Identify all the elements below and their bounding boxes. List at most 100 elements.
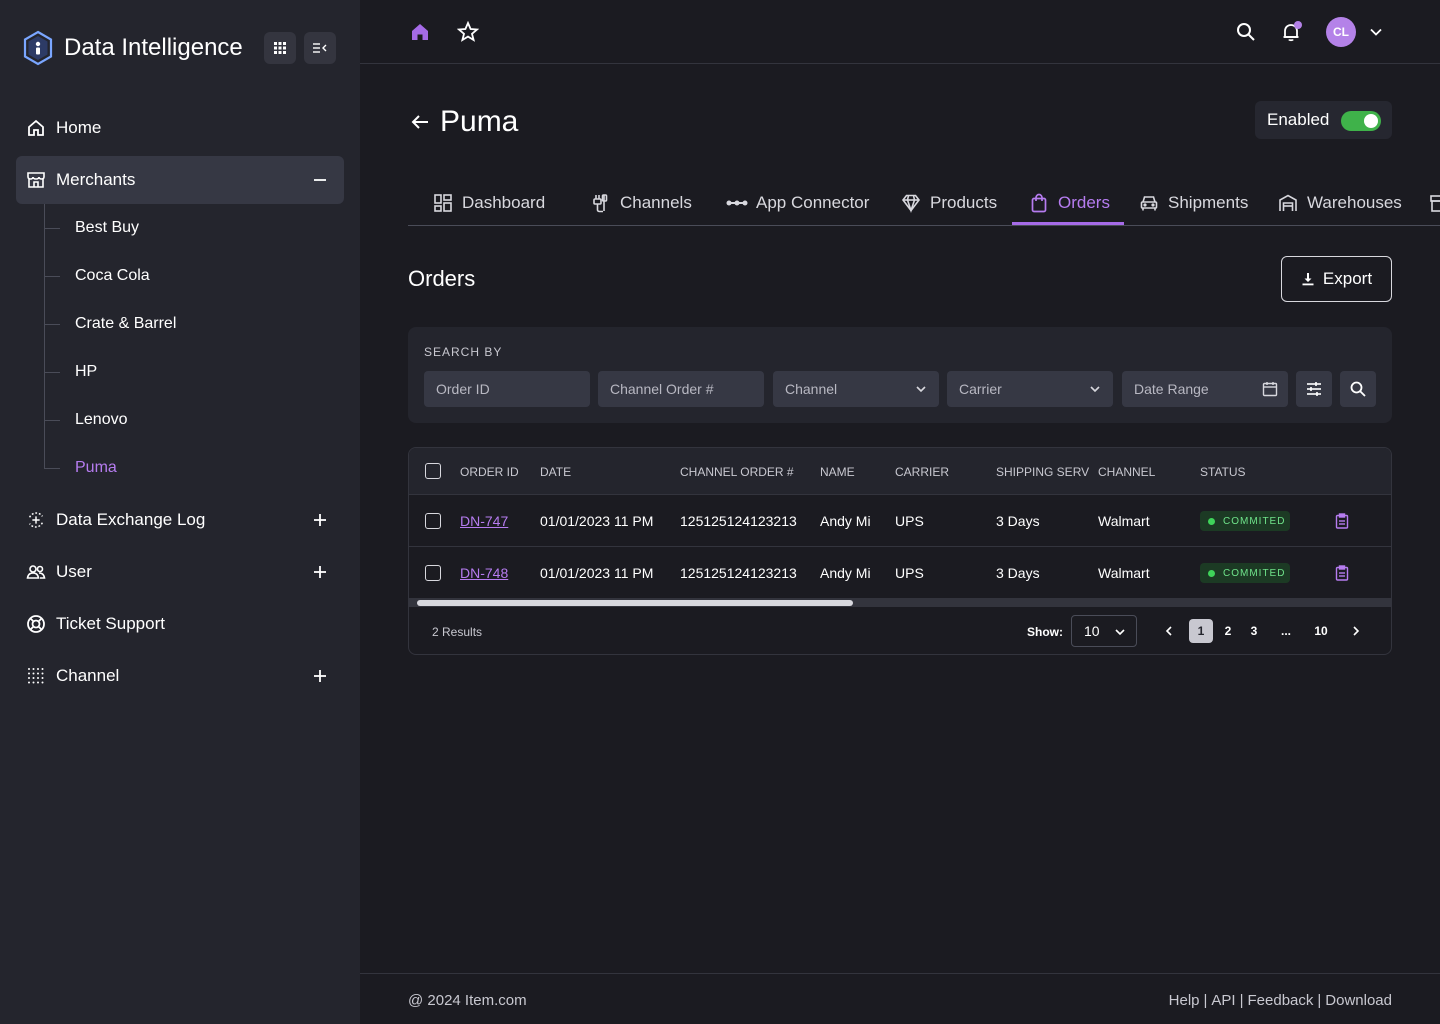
plus-icon[interactable] — [310, 510, 330, 530]
sidebar-item-ticket-support[interactable]: Ticket Support — [16, 600, 344, 648]
home-icon[interactable] — [408, 20, 432, 44]
enabled-toggle[interactable] — [1341, 111, 1381, 131]
order-id-input[interactable] — [436, 381, 590, 397]
sidebar-item-label: User — [56, 562, 92, 581]
sidebar: Data Intelligence Home Merchants Best Bu… — [0, 0, 360, 1024]
warehouse-icon — [1277, 192, 1299, 214]
order-date: 01/01/2023 11 PM — [540, 513, 654, 529]
collapse-menu-icon — [313, 43, 327, 53]
channel-select[interactable]: Channel — [773, 371, 939, 407]
footer-link-help[interactable]: Help — [1169, 992, 1200, 1009]
footer-link-api[interactable]: API — [1211, 992, 1235, 1009]
merchant-item-puma[interactable]: Puma — [44, 444, 324, 492]
download-icon — [1302, 273, 1314, 286]
tab-products[interactable]: Products — [900, 180, 997, 225]
grid-icon — [274, 42, 286, 54]
tab-dashboard[interactable]: Dashboard — [432, 180, 545, 225]
status-badge: COMMITED — [1200, 511, 1290, 531]
channel: Walmart — [1098, 513, 1150, 529]
search-icon[interactable] — [1234, 20, 1258, 44]
exchange-icon — [26, 510, 46, 530]
page-button[interactable]: 3 — [1242, 619, 1266, 643]
column-header[interactable]: CHANNEL ORDER # — [680, 465, 794, 479]
prev-page-button[interactable] — [1157, 619, 1181, 643]
column-header[interactable]: DATE — [540, 465, 571, 479]
home-icon — [26, 118, 46, 138]
sidebar-item-data-exchange-log[interactable]: Data Exchange Log — [16, 496, 344, 544]
brand[interactable]: Data Intelligence — [22, 30, 243, 66]
footer-link-feedback[interactable]: Feedback — [1248, 992, 1314, 1009]
enabled-label: Enabled — [1267, 110, 1330, 129]
sidebar-item-label: Home — [56, 118, 102, 137]
search-icon — [1350, 381, 1366, 397]
row-checkbox[interactable] — [425, 513, 441, 529]
tab-app-connector[interactable]: App Connector — [726, 180, 869, 225]
sliders-icon — [1307, 382, 1321, 396]
column-header[interactable]: CARRIER — [895, 465, 949, 479]
calendar-icon — [1262, 381, 1278, 397]
hexagon-logo-icon — [23, 30, 53, 66]
page-title: Puma — [440, 105, 519, 138]
avatar[interactable]: CL — [1326, 17, 1356, 47]
chevron-left-icon — [1165, 626, 1172, 636]
scrollbar-thumb[interactable] — [417, 600, 853, 606]
row-checkbox[interactable] — [425, 565, 441, 581]
shipping-service: 3 Days — [996, 513, 1040, 529]
sidebar-item-user[interactable]: User — [16, 548, 344, 596]
sidebar-item-channel[interactable]: Channel — [16, 652, 344, 700]
sidebar-item-merchants[interactable]: Merchants — [16, 156, 344, 204]
column-header[interactable]: CHANNEL — [1098, 465, 1155, 479]
footer-link-download[interactable]: Download — [1325, 992, 1392, 1009]
merchant-item-crate-barrel[interactable]: Crate & Barrel — [44, 300, 324, 348]
tab-warehouses[interactable]: Warehouses — [1277, 180, 1402, 225]
channel-order-input[interactable] — [610, 381, 764, 397]
back-arrow-icon[interactable] — [408, 110, 432, 134]
tab-more[interactable] — [1428, 180, 1440, 225]
clipboard-icon[interactable] — [1334, 513, 1350, 529]
page-size-select[interactable]: 10 — [1071, 615, 1137, 647]
order-id-field — [424, 371, 590, 407]
merchant-item-best-buy[interactable]: Best Buy — [44, 204, 324, 252]
sidebar-item-home[interactable]: Home — [16, 104, 344, 152]
date-range-field[interactable]: Date Range — [1122, 371, 1288, 407]
chevron-down-icon[interactable] — [1364, 20, 1388, 44]
store-icon — [26, 170, 46, 190]
channel-order-number: 125125124123213 — [680, 565, 797, 581]
carrier-select[interactable]: Carrier — [947, 371, 1113, 407]
sidebar-item-label: Ticket Support — [56, 614, 165, 633]
apps-button[interactable] — [264, 32, 296, 64]
filter-button[interactable] — [1296, 371, 1332, 407]
plus-icon[interactable] — [310, 666, 330, 686]
page-button[interactable]: 2 — [1216, 619, 1240, 643]
tab-bar: Dashboard Channels App Connector Product… — [408, 180, 1440, 226]
page-button[interactable]: 10 — [1309, 619, 1333, 643]
lifebuoy-icon — [26, 614, 46, 634]
next-page-button[interactable] — [1344, 619, 1368, 643]
page-button[interactable]: 1 — [1189, 619, 1213, 643]
bell-icon[interactable] — [1279, 20, 1303, 44]
column-header[interactable]: NAME — [820, 465, 855, 479]
channel-order-number: 125125124123213 — [680, 513, 797, 529]
plus-icon[interactable] — [310, 562, 330, 582]
select-all-checkbox[interactable] — [425, 463, 441, 479]
order-id-link[interactable]: DN-748 — [460, 565, 508, 581]
tab-orders[interactable]: Orders — [1012, 180, 1124, 225]
tab-channels[interactable]: Channels — [590, 180, 692, 225]
horizontal-scrollbar[interactable] — [409, 599, 1391, 607]
star-icon[interactable] — [456, 20, 480, 44]
column-header[interactable]: ORDER ID — [460, 465, 519, 479]
tab-shipments[interactable]: Shipments — [1138, 180, 1248, 225]
column-header[interactable]: SHIPPING SERV — [996, 465, 1089, 479]
column-header[interactable]: STATUS — [1200, 465, 1246, 479]
export-button[interactable]: Export — [1281, 256, 1392, 302]
minus-icon[interactable] — [310, 170, 330, 190]
chevron-down-icon — [1114, 626, 1126, 638]
collapse-sidebar-button[interactable] — [304, 32, 336, 64]
merchant-item-lenovo[interactable]: Lenovo — [44, 396, 324, 444]
order-id-link[interactable]: DN-747 — [460, 513, 508, 529]
clipboard-icon[interactable] — [1334, 565, 1350, 581]
merchant-item-coca-cola[interactable]: Coca Cola — [44, 252, 324, 300]
search-button[interactable] — [1340, 371, 1376, 407]
merchant-item-hp[interactable]: HP — [44, 348, 324, 396]
copyright: @ 2024 Item.com — [408, 992, 527, 1009]
